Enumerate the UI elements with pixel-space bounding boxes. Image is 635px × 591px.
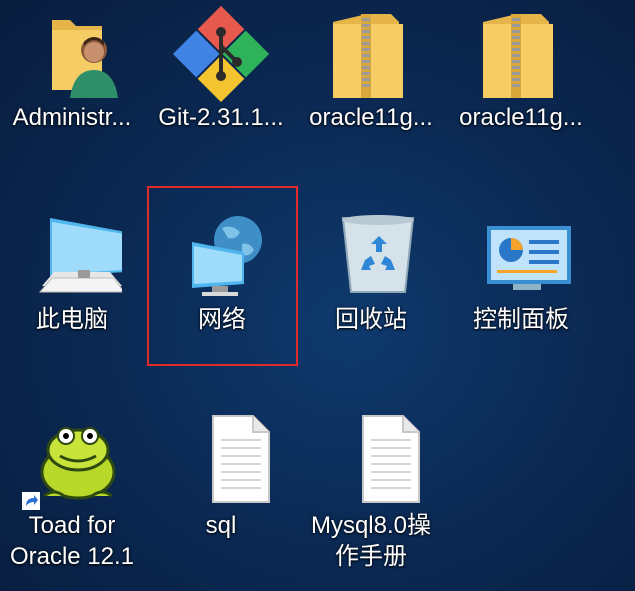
desktop-icon-label: Toad for Oracle 12.1 xyxy=(0,510,147,572)
desktop-icon-control-panel[interactable]: 控制面板 xyxy=(446,208,596,335)
computer-icon xyxy=(22,208,126,304)
shortcut-arrow-icon xyxy=(22,492,40,510)
desktop-icon-label-line2: 作手册 xyxy=(335,543,407,570)
desktop-icon-label: Git-2.31.1... xyxy=(158,104,284,131)
desktop-icon-administrator[interactable]: Administr... xyxy=(0,6,147,133)
desktop-icon-label: 回收站 xyxy=(335,306,407,333)
desktop-icon-oracle-zip-1[interactable]: oracle11g... xyxy=(296,6,446,133)
desktop-icon-label: 控制面板 xyxy=(473,306,569,333)
control-panel-icon xyxy=(471,208,571,304)
desktop-icon-label: 此电脑 xyxy=(36,306,108,333)
desktop-icon-label: Administr... xyxy=(12,104,132,131)
desktop-icon-label-line2: Oracle 12.1 xyxy=(9,543,135,570)
desktop-icon-label-line1: Mysql8.0操 xyxy=(310,512,432,539)
desktop-icon-label-line1: Toad for xyxy=(28,512,116,539)
text-file-icon xyxy=(171,414,271,510)
desktop-icon-git[interactable]: Git-2.31.1... xyxy=(146,5,296,133)
desktop-icon-recycle-bin[interactable]: 回收站 xyxy=(296,208,446,335)
selection-highlight-box xyxy=(147,186,298,366)
toad-icon xyxy=(22,414,122,510)
desktop-icon-sql[interactable]: sql xyxy=(146,414,296,541)
desktop-icon-label: oracle11g... xyxy=(459,104,583,131)
desktop-icon-label: oracle11g... xyxy=(309,104,433,131)
git-icon xyxy=(171,5,271,103)
desktop-icon-label: sql xyxy=(205,512,237,539)
zip-folder-icon xyxy=(321,6,421,102)
user-folder-icon xyxy=(22,6,122,102)
desktop-icon-this-pc[interactable]: 此电脑 xyxy=(0,208,147,335)
desktop-icon-label: Mysql8.0操 作手册 xyxy=(296,510,446,572)
desktop-icon-oracle-zip-2[interactable]: oracle11g... xyxy=(446,6,596,133)
zip-folder-icon xyxy=(471,6,571,102)
text-file-icon xyxy=(321,414,421,510)
desktop-icon-toad[interactable]: Toad for Oracle 12.1 xyxy=(0,414,147,572)
desktop-icon-mysql-manual[interactable]: Mysql8.0操 作手册 xyxy=(296,414,446,572)
recycle-bin-icon xyxy=(321,208,421,304)
